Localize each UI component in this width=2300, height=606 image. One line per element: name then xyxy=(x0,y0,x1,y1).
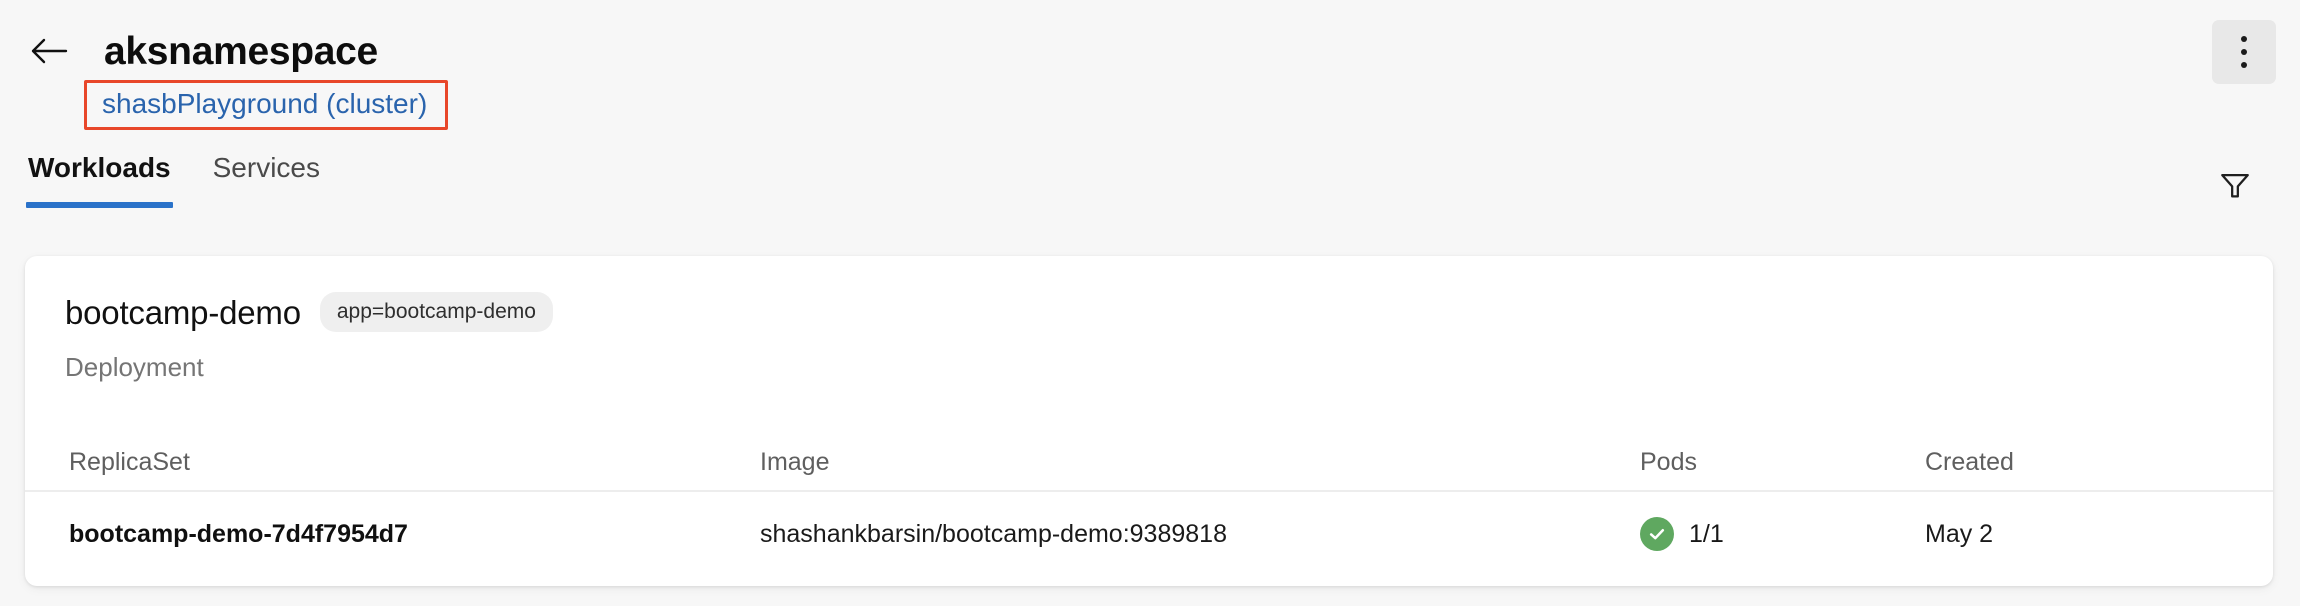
card-header: bootcamp-demo app=bootcamp-demo Deployme… xyxy=(25,256,2273,380)
tab-services[interactable]: Services xyxy=(211,150,322,208)
workload-card: bootcamp-demo app=bootcamp-demo Deployme… xyxy=(25,256,2273,586)
cell-pods: 1/1 xyxy=(1640,517,1925,551)
more-vertical-icon[interactable] xyxy=(2212,20,2276,84)
column-header-replicaset: ReplicaSet xyxy=(69,447,190,476)
column-header-image: Image xyxy=(760,447,830,476)
check-circle-icon xyxy=(1640,517,1674,551)
arrow-left-icon[interactable] xyxy=(26,28,72,74)
tab-workloads-label: Workloads xyxy=(28,152,171,183)
workload-kind: Deployment xyxy=(65,352,204,382)
kebab-dot-3 xyxy=(2241,62,2247,68)
page-root: aksnamespace shasbPlayground (cluster) W… xyxy=(0,0,2300,606)
table-row[interactable]: bootcamp-demo-7d4f7954d7 shashankbarsin/… xyxy=(25,492,2273,576)
filter-funnel-icon[interactable] xyxy=(2212,162,2258,208)
title-row: aksnamespace xyxy=(0,0,2300,74)
tabs-bar: Workloads Services xyxy=(0,150,2300,225)
tab-services-label: Services xyxy=(212,152,320,183)
column-header-created: Created xyxy=(1925,447,2014,476)
tab-workloads[interactable]: Workloads xyxy=(26,150,173,208)
workload-name: bootcamp-demo xyxy=(65,293,301,331)
kebab-dot-2 xyxy=(2241,49,2247,55)
page-header: aksnamespace shasbPlayground (cluster) xyxy=(0,0,2300,130)
replicaset-table: ReplicaSet Image Pods Created bootcamp-d… xyxy=(25,434,2273,576)
tab-list: Workloads Services xyxy=(0,150,2300,208)
pods-status: 1/1 xyxy=(1640,517,1724,551)
table-header-row: ReplicaSet Image Pods Created xyxy=(25,434,2273,492)
kebab-dot-1 xyxy=(2241,36,2247,42)
page-title: aksnamespace xyxy=(104,29,378,73)
cluster-link-annotation-box: shasbPlayground (cluster) xyxy=(84,80,449,130)
cell-created: May 2 xyxy=(1925,519,1994,548)
column-header-pods: Pods xyxy=(1640,447,1697,476)
cluster-link[interactable]: shasbPlayground (cluster) xyxy=(102,88,427,119)
cell-replicaset: bootcamp-demo-7d4f7954d7 xyxy=(69,519,408,548)
cell-image: shashankbarsin/bootcamp-demo:9389818 xyxy=(760,519,1227,548)
pods-count: 1/1 xyxy=(1689,519,1724,548)
workload-label-badge: app=bootcamp-demo xyxy=(319,292,553,332)
card-title-row: bootcamp-demo app=bootcamp-demo xyxy=(65,292,2273,332)
